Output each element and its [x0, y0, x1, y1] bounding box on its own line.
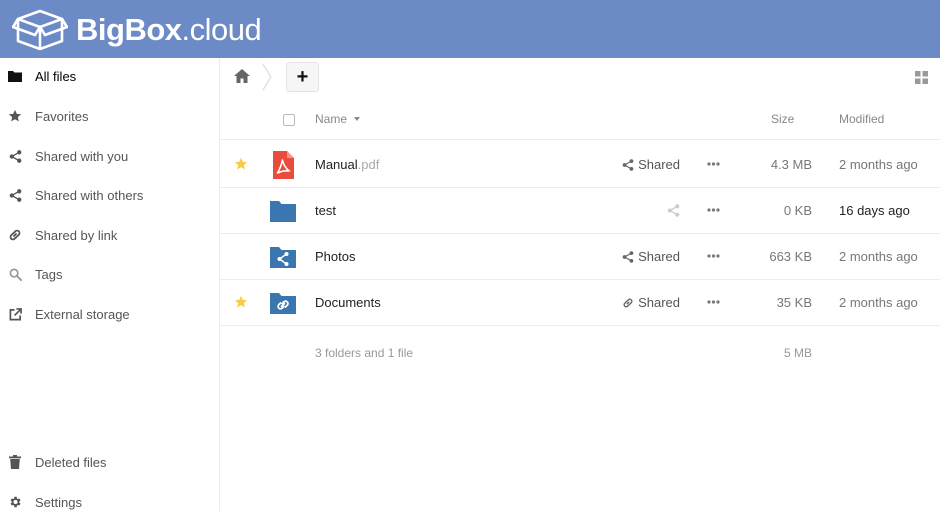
file-size: 4.3 MB: [770, 157, 812, 172]
search-icon: [8, 267, 22, 281]
sidebar-item-favorites[interactable]: Favorites: [0, 100, 219, 132]
sidebar-item-label: Shared by link: [35, 227, 118, 243]
file-modified: 2 months ago: [839, 295, 918, 310]
folder-icon: [8, 69, 22, 83]
file-name[interactable]: Photos: [315, 249, 355, 264]
file-name-base: Manual: [315, 157, 358, 172]
sidebar-item-label: Favorites: [35, 108, 89, 124]
app-header: BigBox.cloud: [0, 0, 940, 58]
sidebar-item-label: Shared with you: [35, 148, 129, 164]
table-row[interactable]: test 0 KB 16 days ago: [220, 188, 940, 234]
external-icon: [8, 307, 22, 321]
sidebar-item-tags[interactable]: Tags: [0, 258, 219, 290]
grid-view-icon[interactable]: [915, 71, 928, 84]
size-column-header[interactable]: Size: [771, 112, 794, 126]
file-modified: 2 months ago: [839, 157, 918, 172]
brand-name-bold: Big: [76, 11, 125, 47]
sidebar-item-shared-with-others[interactable]: Shared with others: [0, 179, 219, 211]
more-actions-icon[interactable]: [705, 248, 721, 264]
name-column-header[interactable]: Name: [315, 112, 361, 126]
main-content: + Name Size Modified Manual.pdf Shared 4…: [220, 58, 940, 511]
share-icon: [622, 158, 634, 171]
file-modified: 16 days ago: [839, 203, 910, 218]
star-icon: [8, 109, 22, 123]
sidebar-item-label: Settings: [35, 494, 82, 510]
share-label: Shared: [638, 157, 680, 172]
folder-icon: [270, 201, 296, 222]
brand-name-thin: .cloud: [181, 11, 262, 47]
share-button[interactable]: Shared: [622, 249, 680, 264]
more-actions-icon[interactable]: [705, 294, 721, 310]
trash-icon: [8, 455, 22, 469]
home-icon[interactable]: [232, 66, 252, 86]
sidebar-item-deleted-files[interactable]: Deleted files: [0, 446, 219, 478]
share-button[interactable]: Shared: [622, 157, 680, 172]
file-size: 0 KB: [783, 203, 812, 218]
share-icon: [622, 250, 634, 263]
breadcrumb: +: [220, 58, 940, 96]
link-icon: [8, 228, 22, 242]
pdf-icon: [273, 151, 294, 179]
sidebar-item-label: Shared with others: [35, 187, 144, 203]
sort-caret-icon: [354, 117, 361, 121]
favorite-star-icon[interactable]: [234, 157, 248, 171]
sidebar-item-shared-with-you[interactable]: Shared with you: [0, 140, 219, 172]
select-all-checkbox[interactable]: [283, 114, 295, 126]
file-list-header: Name Size Modified: [220, 100, 940, 140]
sidebar-item-label: External storage: [35, 306, 130, 322]
name-header-label: Name: [315, 112, 348, 126]
file-name[interactable]: test: [315, 203, 336, 218]
summary-size: 5 MB: [783, 346, 812, 360]
file-modified: 2 months ago: [839, 249, 918, 264]
modified-column-header[interactable]: Modified: [839, 112, 884, 126]
more-actions-icon[interactable]: [705, 156, 721, 172]
share-button[interactable]: Shared: [622, 295, 680, 310]
file-size: 663 KB: [769, 249, 812, 264]
table-row[interactable]: Documents Shared 35 KB 2 months ago: [220, 280, 940, 326]
sidebar-item-label: All files: [35, 68, 77, 84]
breadcrumb-separator-icon: [262, 63, 272, 91]
share-label: Shared: [638, 249, 680, 264]
share-label: Shared: [638, 295, 680, 310]
new-button[interactable]: +: [286, 62, 319, 92]
sidebar-item-external-storage[interactable]: External storage: [0, 298, 219, 330]
gear-icon: [8, 495, 22, 509]
sidebar-item-all-files[interactable]: All files: [0, 60, 219, 92]
brand-name[interactable]: BigBox.cloud: [76, 11, 262, 47]
file-list-summary: 3 folders and 1 file 5 MB: [220, 340, 940, 366]
file-name[interactable]: Manual.pdf: [315, 157, 379, 172]
shared-folder-icon: [270, 247, 296, 268]
share-icon: [8, 188, 22, 202]
share-icon: [8, 149, 22, 163]
link-icon: [623, 298, 633, 307]
more-actions-icon[interactable]: [705, 202, 721, 218]
table-row[interactable]: Photos Shared 663 KB 2 months ago: [220, 234, 940, 280]
sidebar: All files Favorites Shared with you Shar…: [0, 58, 220, 511]
box-logo-icon[interactable]: [12, 5, 68, 53]
file-extension: .pdf: [357, 157, 380, 172]
sidebar-item-settings[interactable]: Settings: [0, 486, 219, 511]
file-name[interactable]: Documents: [315, 295, 381, 310]
sidebar-item-label: Deleted files: [35, 454, 107, 470]
share-icon[interactable]: [667, 204, 680, 217]
brand-name-mid: Box: [124, 11, 182, 47]
table-row[interactable]: Manual.pdf Shared 4.3 MB 2 months ago: [220, 142, 940, 188]
sidebar-item-label: Tags: [35, 266, 63, 282]
file-size: 35 KB: [776, 295, 812, 310]
favorite-star-icon[interactable]: [234, 295, 248, 309]
link-folder-icon: [270, 293, 296, 314]
sidebar-item-shared-by-link[interactable]: Shared by link: [0, 219, 219, 251]
summary-count: 3 folders and 1 file: [315, 346, 414, 360]
